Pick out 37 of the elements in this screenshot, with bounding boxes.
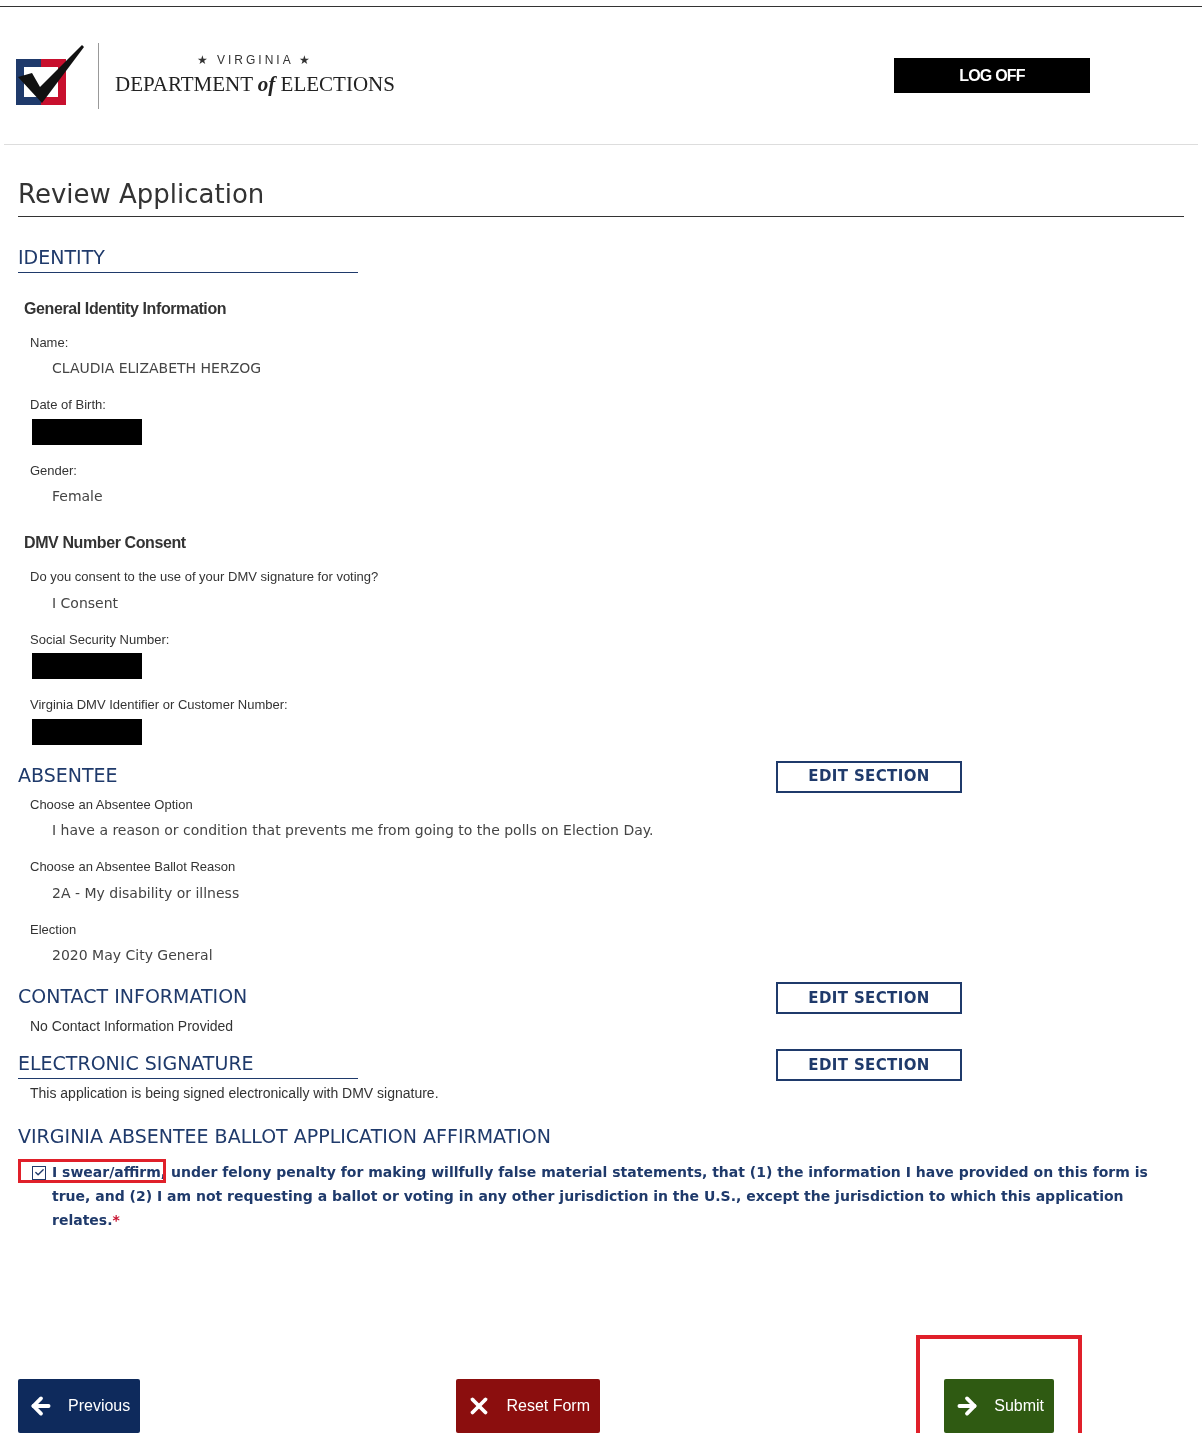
affirmation-text: I swear/affirm, under felony penalty for making willfully false material statements, that (1) the information I have provided on this form is true, and (2) I am not requesting a ballot or voting in any other jurisdiction in the U.S., except the jurisdiction to which this application relates.* [52,1162,1149,1230]
logo-wordmark: DEPARTMENT of ELECTIONS [115,70,395,98]
field-label: Gender: [30,461,77,480]
section-note: No Contact Information Provided [30,1017,234,1036]
edit-section-button[interactable]: EDIT SECTION [776,760,962,793]
field-label: Choose an Absentee Ballot Reason [30,858,236,876]
section-heading: ABSENTEE [18,762,118,788]
log-off-button[interactable]: LOG OFF [894,58,1090,93]
reset-form-button[interactable]: Reset Form [456,1379,600,1433]
field-label: Date of Birth: [30,396,106,414]
field-label: Election [30,920,77,939]
previous-button[interactable]: Previous [18,1379,141,1433]
field-value: 2A - My disability or illness [52,883,240,903]
field-label: Name: [30,333,69,352]
section-heading: CONTACT INFORMATION [18,984,248,1009]
section-heading: VIRGINIA ABSENTEE BALLOT APPLICATION AFFIRMATION [18,1124,551,1149]
field-value: I have a reason or condition that prevents me from going to the polls on Election Day. [52,821,654,840]
field-value: 2020 May City General [52,946,213,965]
logo-tagline: ★ VIRGINIA ★ [196,51,314,69]
edit-section-button[interactable]: EDIT SECTION [776,982,962,1014]
checkbox[interactable] [32,1165,46,1180]
field-value: Female [52,487,103,506]
section-heading: IDENTITY [18,245,105,270]
field-value: CLAUDIA ELIZABETH HERZOG [52,359,262,378]
field-value: I Consent [52,593,119,613]
field-label: Choose an Absentee Option [30,795,193,814]
section-note: This application is being signed electronically with DMV signature. [30,1084,439,1103]
subsection-heading: General Identity Information [24,298,227,319]
page-title: Review Application [18,178,265,211]
section-heading: ELECTRONIC SIGNATURE [18,1051,254,1076]
checkmark-icon [33,1167,45,1178]
subsection-heading: DMV Number Consent [24,533,186,553]
field-label: Do you consent to the use of your DMV signature for voting? [30,568,379,586]
field-label: Virginia DMV Identifier or Customer Number: [30,696,288,714]
field-label: Social Security Number: [30,630,170,649]
edit-section-button[interactable]: EDIT SECTION [776,1049,962,1081]
submit-button[interactable]: Submit [944,1379,1054,1433]
